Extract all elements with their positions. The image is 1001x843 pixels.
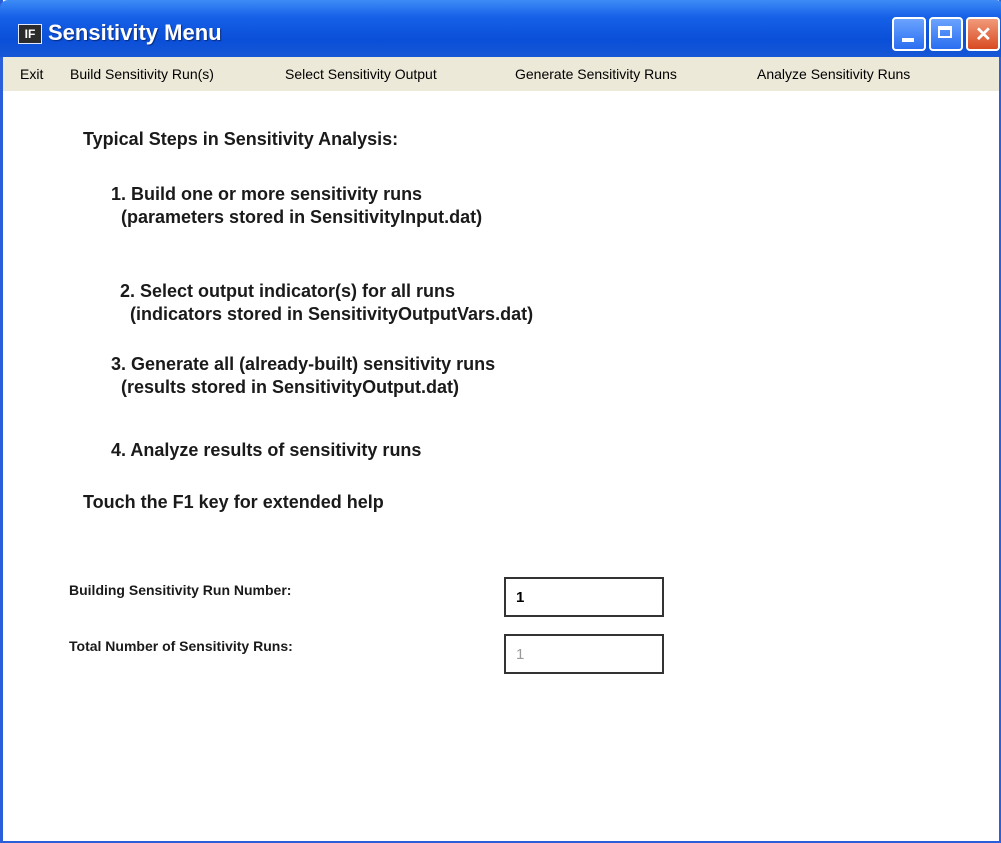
menu-analyze-sensitivity-runs[interactable]: Analyze Sensitivity Runs bbox=[757, 66, 910, 82]
step-analyze: 4. Analyze results of sensitivity runs bbox=[111, 439, 421, 462]
window-title: Sensitivity Menu bbox=[48, 20, 222, 45]
app-icon: IF bbox=[18, 24, 42, 44]
sensitivity-menu-window: IF Sensitivity Menu Exit Build Sensitivi… bbox=[0, 0, 1001, 843]
step-analyze-title: 4. Analyze results of sensitivity runs bbox=[111, 440, 422, 460]
step-select-output-note: (indicators stored in SensitivityOutputV… bbox=[130, 304, 534, 324]
menu-exit[interactable]: Exit bbox=[20, 66, 43, 82]
building-run-label: Building Sensitivity Run Number: bbox=[69, 582, 292, 598]
close-icon[interactable] bbox=[966, 17, 1000, 51]
maximize-icon[interactable] bbox=[929, 17, 963, 51]
total-runs-field[interactable] bbox=[504, 634, 664, 674]
help-text: Touch the F1 key for extended help bbox=[83, 492, 384, 512]
step-build-note: (parameters stored in SensitivityInput.d… bbox=[121, 207, 483, 227]
step-build: 1. Build one or more sensitivity runs (p… bbox=[111, 183, 482, 229]
step-select-output-title: 2. Select output indicator(s) for all ru… bbox=[120, 281, 456, 301]
step-generate: 3. Generate all (already-built) sensitiv… bbox=[111, 353, 495, 399]
title-bar[interactable]: IF Sensitivity Menu bbox=[0, 0, 1001, 57]
step-generate-title: 3. Generate all (already-built) sensitiv… bbox=[111, 354, 496, 374]
steps-heading: Typical Steps in Sensitivity Analysis: bbox=[83, 129, 399, 149]
menu-bar: Exit Build Sensitivity Run(s) Select Sen… bbox=[3, 57, 999, 91]
minimize-icon[interactable] bbox=[892, 17, 926, 51]
content-area: Typical Steps in Sensitivity Analysis: 1… bbox=[3, 91, 999, 841]
menu-generate-sensitivity-runs[interactable]: Generate Sensitivity Runs bbox=[515, 66, 677, 82]
step-select-output: 2. Select output indicator(s) for all ru… bbox=[120, 280, 533, 326]
step-build-title: 1. Build one or more sensitivity runs bbox=[111, 184, 423, 204]
menu-build-sensitivity-runs[interactable]: Build Sensitivity Run(s) bbox=[70, 66, 214, 82]
menu-select-sensitivity-output[interactable]: Select Sensitivity Output bbox=[285, 66, 437, 82]
total-runs-label: Total Number of Sensitivity Runs: bbox=[69, 638, 293, 654]
step-generate-note: (results stored in SensitivityOutput.dat… bbox=[121, 377, 460, 397]
building-run-number-field[interactable] bbox=[504, 577, 664, 617]
